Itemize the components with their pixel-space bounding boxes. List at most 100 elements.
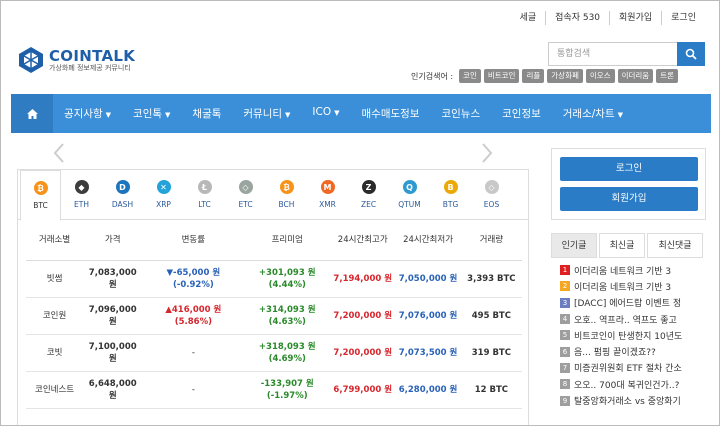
login-button[interactable]: 로그인 bbox=[560, 157, 698, 181]
high-cell: 7,194,000 원 bbox=[330, 260, 396, 298]
rank-badge: 8 bbox=[560, 379, 570, 390]
list-item[interactable]: 9 탈중앙화거래소 vs 중앙화기 bbox=[560, 392, 710, 408]
top-link-join[interactable]: 회원가입 bbox=[609, 11, 661, 25]
coin-tab-btg[interactable]: B BTG bbox=[430, 170, 471, 219]
coin-tab-label: XRP bbox=[156, 200, 171, 209]
list-item[interactable]: 8 오오.. 700대 복귀인건가..? bbox=[560, 376, 710, 392]
rank-badge: 4 bbox=[560, 314, 570, 325]
nav-item[interactable]: 코인톡 ▼ bbox=[122, 106, 181, 121]
popular-tag[interactable]: 트론 bbox=[656, 69, 679, 83]
price-cell: 7,100,000 원 bbox=[83, 334, 143, 372]
logo-title: COINTALK bbox=[49, 46, 136, 65]
coin-tab-eos[interactable]: ◇ EOS bbox=[471, 170, 512, 219]
nav-home[interactable] bbox=[11, 94, 53, 133]
list-item[interactable]: 6 음... 펌핑 끝이겠죠?? bbox=[560, 343, 710, 359]
popular-tag[interactable]: 이오스 bbox=[585, 69, 615, 83]
price-cell: 7,083,000 원 bbox=[83, 260, 143, 298]
price-table: 거래소별 가격 변동률 프리미엄 24시간최고가 24시간최저가 거래량 빗썸 7… bbox=[26, 220, 522, 409]
nav-item[interactable]: 코인정보 bbox=[491, 106, 552, 121]
list-item[interactable]: 7 미증권위원회 ETF 절차 간소 bbox=[560, 360, 710, 376]
logo-icon bbox=[19, 47, 43, 73]
tab-latest-comments[interactable]: 최신댓글 bbox=[647, 233, 703, 258]
ltc-icon: Ł bbox=[197, 180, 212, 194]
list-item[interactable]: 5 비트코인이 탄생한지 10년도 bbox=[560, 327, 710, 343]
coin-tab-label: DASH bbox=[111, 200, 134, 209]
price-cell: 7,096,000 원 bbox=[83, 297, 143, 335]
low-cell: 7,050,000 원 bbox=[395, 260, 461, 298]
rank-badge: 5 bbox=[560, 330, 570, 341]
nav-item-label: 공지사항 bbox=[64, 108, 103, 120]
post-title: 이더리움 네트워크 기반 3 bbox=[574, 266, 672, 277]
popular-tag[interactable]: 비트코인 bbox=[483, 69, 520, 83]
search-button[interactable] bbox=[677, 42, 705, 66]
chevron-down-icon: ▼ bbox=[105, 111, 112, 119]
rank-badge: 9 bbox=[560, 395, 570, 406]
coin-tab-etc[interactable]: ◇ ETC bbox=[225, 170, 266, 219]
nav-item[interactable]: 채굴톡 bbox=[181, 106, 232, 121]
top-link-write[interactable]: 세글 bbox=[511, 11, 546, 25]
page-frame: 세글 접속자 530 회원가입 로그인 COINTALK 가상화폐 정보제공 커… bbox=[0, 0, 720, 426]
popular-tag[interactable]: 가상화폐 bbox=[547, 69, 583, 83]
nav-item-label: 커뮤니티 bbox=[243, 108, 283, 120]
slider-prev-icon[interactable] bbox=[51, 142, 67, 164]
exchange-name[interactable]: 코인원 bbox=[26, 297, 84, 335]
tab-popular[interactable]: 인기글 bbox=[551, 233, 597, 258]
chevron-down-icon: ▼ bbox=[617, 111, 623, 119]
coin-tab-btc[interactable]: ₿ BTC bbox=[20, 170, 61, 221]
coin-tab-qtum[interactable]: Q QTUM bbox=[389, 170, 430, 219]
post-title: [DACC] 에어드랍 이벤트 정 bbox=[574, 299, 682, 310]
coin-tabs: ₿ BTC ◆ ETH D DASH ✕ XRP Ł LTC ◇ ETC ₿ BCH M XMR Z ZEC Q QT… bbox=[18, 170, 528, 221]
join-button[interactable]: 회원가입 bbox=[560, 187, 698, 211]
col-high: 24시간최고가 bbox=[330, 220, 396, 261]
popular-tag[interactable]: 이더리움 bbox=[617, 69, 654, 83]
popular-tag[interactable]: 코인 bbox=[459, 69, 481, 83]
table-row: 코빗 7,100,000 원 - +318,093 원 (4.69%) 7,200,00… bbox=[26, 334, 522, 372]
bch-icon: ₿ bbox=[279, 180, 294, 194]
coin-tab-xmr[interactable]: M XMR bbox=[307, 170, 348, 219]
coin-tab-eth[interactable]: ◆ ETH bbox=[61, 170, 102, 219]
volume-cell: 495 BTC bbox=[460, 297, 522, 335]
nav-item[interactable]: ICO ▼ bbox=[301, 106, 350, 121]
nav-item-label: ICO bbox=[312, 106, 332, 118]
chevron-down-icon: ▼ bbox=[285, 111, 291, 119]
table-row: 빗썸 7,083,000 원 ▼-65,000 원 (-0.92%) +301,093… bbox=[26, 260, 522, 298]
list-item[interactable]: 1 이더리움 네트워크 기반 3 bbox=[560, 262, 710, 278]
rank-badge: 6 bbox=[560, 346, 570, 357]
nav-item[interactable]: 커뮤니티 ▼ bbox=[232, 106, 301, 121]
coin-tab-ltc[interactable]: Ł LTC bbox=[184, 170, 225, 219]
nav-item[interactable]: 코인뉴스 bbox=[430, 106, 491, 121]
top-link-login[interactable]: 로그인 bbox=[661, 11, 705, 25]
top-link-visitors[interactable]: 접속자 530 bbox=[545, 11, 609, 25]
site-logo[interactable]: COINTALK 가상화폐 정보제공 커뮤니티 bbox=[16, 45, 135, 75]
coin-tab-xrp[interactable]: ✕ XRP bbox=[143, 170, 184, 219]
xrp-icon: ✕ bbox=[156, 180, 171, 194]
exchange-name[interactable]: 빗썸 bbox=[26, 260, 84, 298]
rank-badge: 2 bbox=[560, 281, 570, 292]
post-title: 미증권위원회 ETF 절차 간소 bbox=[574, 364, 682, 375]
list-item[interactable]: 4 오호.. 역프라.. 역프도 좋고 bbox=[560, 311, 710, 327]
nav-item[interactable]: 거래소/차트 ▼ bbox=[552, 106, 634, 121]
exchange-name[interactable]: 코빗 bbox=[26, 334, 84, 372]
exchange-name[interactable]: 코인네스트 bbox=[26, 371, 84, 409]
popular-tag[interactable]: 리플 bbox=[522, 69, 545, 83]
coin-tab-zec[interactable]: Z ZEC bbox=[348, 170, 389, 219]
btg-icon: B bbox=[443, 180, 458, 194]
qtum-icon: Q bbox=[402, 180, 417, 194]
coin-tab-label: ZEC bbox=[360, 200, 377, 209]
premium-cell: +318,093 원 (4.69%) bbox=[244, 334, 331, 372]
high-cell: 6,799,000 원 bbox=[330, 371, 396, 409]
coin-tab-label: ETC bbox=[238, 200, 253, 209]
coin-tab-bch[interactable]: ₿ BCH bbox=[266, 170, 307, 219]
eos-icon: ◇ bbox=[484, 180, 499, 194]
top-links: 세글 접속자 530 회원가입 로그인 bbox=[511, 11, 705, 25]
col-low: 24시간최저가 bbox=[395, 220, 461, 261]
search-input[interactable]: 통합검색 bbox=[548, 42, 677, 66]
list-item[interactable]: 3 [DACC] 에어드랍 이벤트 정 bbox=[560, 295, 710, 311]
col-change: 변동률 bbox=[142, 220, 245, 261]
nav-item[interactable]: 매수매도정보 bbox=[351, 106, 431, 121]
nav-item[interactable]: 공지사항 ▼ bbox=[53, 106, 122, 121]
tab-latest[interactable]: 최신글 bbox=[599, 233, 645, 258]
coin-tab-dash[interactable]: D DASH bbox=[102, 170, 143, 219]
list-item[interactable]: 2 이더리움 네트워크 기반 3 bbox=[560, 278, 710, 294]
slider-next-icon[interactable] bbox=[479, 142, 495, 164]
